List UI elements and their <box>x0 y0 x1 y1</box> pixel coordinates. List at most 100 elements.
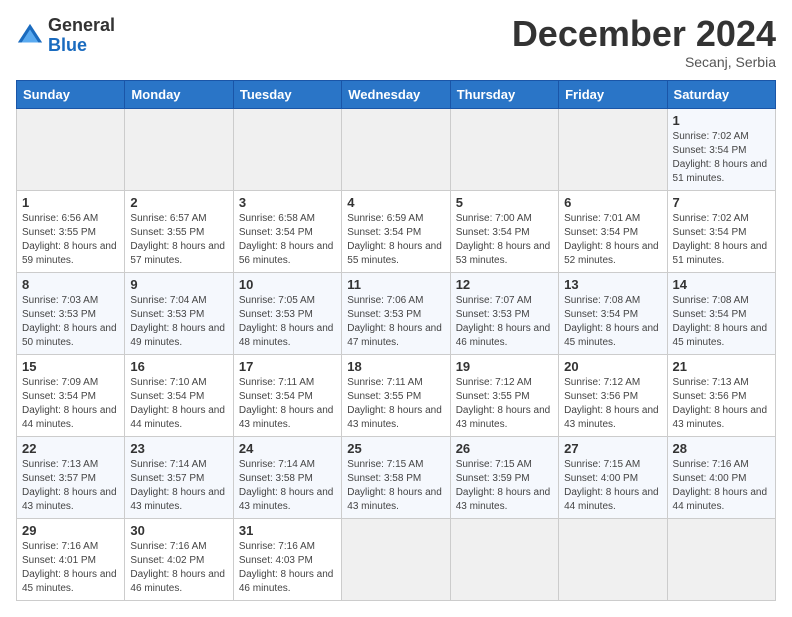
logo-text: General Blue <box>48 16 115 56</box>
day-detail: Sunrise: 7:11 AMSunset: 3:55 PMDaylight:… <box>347 376 444 432</box>
day-detail: Sunrise: 7:16 AMSunset: 4:01 PMDaylight:… <box>22 540 119 596</box>
calendar-cell: 27Sunrise: 7:15 AMSunset: 4:00 PMDayligh… <box>559 437 667 519</box>
day-detail: Sunrise: 7:01 AMSunset: 3:54 PMDaylight:… <box>564 212 661 268</box>
calendar-cell: 8Sunrise: 7:03 AMSunset: 3:53 PMDaylight… <box>17 273 125 355</box>
day-detail: Sunrise: 7:16 AMSunset: 4:03 PMDaylight:… <box>239 540 336 596</box>
calendar-cell: 10Sunrise: 7:05 AMSunset: 3:53 PMDayligh… <box>233 273 341 355</box>
day-number: 17 <box>239 359 336 374</box>
logo-icon <box>16 22 44 50</box>
day-detail: Sunrise: 7:14 AMSunset: 3:57 PMDaylight:… <box>130 458 227 514</box>
day-number: 6 <box>564 195 661 210</box>
day-detail: Sunrise: 7:09 AMSunset: 3:54 PMDaylight:… <box>22 376 119 432</box>
day-number: 9 <box>130 277 227 292</box>
day-detail: Sunrise: 7:16 AMSunset: 4:02 PMDaylight:… <box>130 540 227 596</box>
calendar-cell <box>450 109 558 191</box>
page-header: General Blue December 2024 Secanj, Serbi… <box>16 16 776 70</box>
day-detail: Sunrise: 7:15 AMSunset: 3:59 PMDaylight:… <box>456 458 553 514</box>
calendar-cell <box>342 519 450 601</box>
day-number: 13 <box>564 277 661 292</box>
day-detail: Sunrise: 7:06 AMSunset: 3:53 PMDaylight:… <box>347 294 444 350</box>
calendar-cell: 16Sunrise: 7:10 AMSunset: 3:54 PMDayligh… <box>125 355 233 437</box>
day-number: 14 <box>673 277 770 292</box>
day-detail: Sunrise: 7:15 AMSunset: 4:00 PMDaylight:… <box>564 458 661 514</box>
day-number: 21 <box>673 359 770 374</box>
header-wednesday: Wednesday <box>342 81 450 109</box>
day-number: 1 <box>22 195 119 210</box>
day-detail: Sunrise: 7:14 AMSunset: 3:58 PMDaylight:… <box>239 458 336 514</box>
calendar-cell: 9 Sunrise: 7:04 AMSunset: 3:53 PMDaylight… <box>125 273 233 355</box>
calendar-cell: 20Sunrise: 7:12 AMSunset: 3:56 PMDayligh… <box>559 355 667 437</box>
calendar-cell: 25Sunrise: 7:15 AMSunset: 3:58 PMDayligh… <box>342 437 450 519</box>
calendar-cell: 31Sunrise: 7:16 AMSunset: 4:03 PMDayligh… <box>233 519 341 601</box>
calendar-cell: 5Sunrise: 7:00 AMSunset: 3:54 PMDaylight… <box>450 191 558 273</box>
calendar-cell: 6 Sunrise: 7:01 AMSunset: 3:54 PMDaylight… <box>559 191 667 273</box>
calendar-cell: 14 Sunrise: 7:08 AMSunset: 3:54 PMDayligh… <box>667 273 775 355</box>
calendar-cell <box>559 519 667 601</box>
calendar-cell: 12Sunrise: 7:07 AMSunset: 3:53 PMDayligh… <box>450 273 558 355</box>
day-number: 23 <box>130 441 227 456</box>
day-number: 30 <box>130 523 227 538</box>
month-title: December 2024 <box>512 16 776 52</box>
day-detail: Sunrise: 6:58 AMSunset: 3:54 PMDaylight:… <box>239 212 336 268</box>
calendar-cell <box>233 109 341 191</box>
day-number: 11 <box>347 277 444 292</box>
calendar-cell <box>125 109 233 191</box>
calendar-week-2: 1 Sunrise: 6:56 AMSunset: 3:55 PMDaylight… <box>17 191 776 273</box>
day-number: 28 <box>673 441 770 456</box>
header-saturday: Saturday <box>667 81 775 109</box>
day-number: 26 <box>456 441 553 456</box>
day-number: 8 <box>22 277 119 292</box>
calendar-cell: 1 Sunrise: 6:56 AMSunset: 3:55 PMDaylight… <box>17 191 125 273</box>
calendar-cell: 22Sunrise: 7:13 AMSunset: 3:57 PMDayligh… <box>17 437 125 519</box>
calendar-cell <box>667 519 775 601</box>
title-section: December 2024 Secanj, Serbia <box>512 16 776 70</box>
calendar-cell: 17Sunrise: 7:11 AMSunset: 3:54 PMDayligh… <box>233 355 341 437</box>
header-tuesday: Tuesday <box>233 81 341 109</box>
day-number: 4 <box>347 195 444 210</box>
day-number: 3 <box>239 195 336 210</box>
header-friday: Friday <box>559 81 667 109</box>
day-detail: Sunrise: 7:02 AMSunset: 3:54 PMDaylight:… <box>673 130 770 186</box>
calendar-cell: 30 Sunrise: 7:16 AMSunset: 4:02 PMDayligh… <box>125 519 233 601</box>
calendar-cell: 7 Sunrise: 7:02 AMSunset: 3:54 PMDaylight… <box>667 191 775 273</box>
calendar-cell: 23 Sunrise: 7:14 AMSunset: 3:57 PMDayligh… <box>125 437 233 519</box>
calendar-week-6: 29 Sunrise: 7:16 AMSunset: 4:01 PMDayligh… <box>17 519 776 601</box>
logo-general: General <box>48 16 115 36</box>
day-number: 19 <box>456 359 553 374</box>
calendar-cell: 1 Sunrise: 7:02 AMSunset: 3:54 PMDaylight… <box>667 109 775 191</box>
day-detail: Sunrise: 6:59 AMSunset: 3:54 PMDaylight:… <box>347 212 444 268</box>
day-detail: Sunrise: 7:08 AMSunset: 3:54 PMDaylight:… <box>673 294 770 350</box>
day-detail: Sunrise: 7:04 AMSunset: 3:53 PMDaylight:… <box>130 294 227 350</box>
day-detail: Sunrise: 7:16 AMSunset: 4:00 PMDaylight:… <box>673 458 770 514</box>
day-detail: Sunrise: 7:13 AMSunset: 3:57 PMDaylight:… <box>22 458 119 514</box>
calendar-cell <box>17 109 125 191</box>
day-number: 15 <box>22 359 119 374</box>
day-detail: Sunrise: 7:07 AMSunset: 3:53 PMDaylight:… <box>456 294 553 350</box>
day-detail: Sunrise: 6:56 AMSunset: 3:55 PMDaylight:… <box>22 212 119 268</box>
logo: General Blue <box>16 16 115 56</box>
day-detail: Sunrise: 6:57 AMSunset: 3:55 PMDaylight:… <box>130 212 227 268</box>
day-number: 1 <box>673 113 770 128</box>
calendar-cell: 24 Sunrise: 7:14 AMSunset: 3:58 PMDayligh… <box>233 437 341 519</box>
calendar-week-5: 22Sunrise: 7:13 AMSunset: 3:57 PMDayligh… <box>17 437 776 519</box>
calendar-cell: 18 Sunrise: 7:11 AMSunset: 3:55 PMDayligh… <box>342 355 450 437</box>
day-detail: Sunrise: 7:02 AMSunset: 3:54 PMDaylight:… <box>673 212 770 268</box>
header-sunday: Sunday <box>17 81 125 109</box>
day-number: 18 <box>347 359 444 374</box>
day-detail: Sunrise: 7:13 AMSunset: 3:56 PMDaylight:… <box>673 376 770 432</box>
day-detail: Sunrise: 7:00 AMSunset: 3:54 PMDaylight:… <box>456 212 553 268</box>
calendar-cell <box>559 109 667 191</box>
header-monday: Monday <box>125 81 233 109</box>
day-number: 7 <box>673 195 770 210</box>
calendar-cell <box>342 109 450 191</box>
day-number: 29 <box>22 523 119 538</box>
calendar-cell: 11 Sunrise: 7:06 AMSunset: 3:53 PMDayligh… <box>342 273 450 355</box>
day-detail: Sunrise: 7:08 AMSunset: 3:54 PMDaylight:… <box>564 294 661 350</box>
calendar-table: SundayMondayTuesdayWednesdayThursdayFrid… <box>16 80 776 601</box>
calendar-week-1: 1 Sunrise: 7:02 AMSunset: 3:54 PMDaylight… <box>17 109 776 191</box>
day-number: 10 <box>239 277 336 292</box>
day-number: 24 <box>239 441 336 456</box>
logo-blue: Blue <box>48 36 115 56</box>
calendar-cell: 15 Sunrise: 7:09 AMSunset: 3:54 PMDayligh… <box>17 355 125 437</box>
calendar-cell: 13 Sunrise: 7:08 AMSunset: 3:54 PMDayligh… <box>559 273 667 355</box>
